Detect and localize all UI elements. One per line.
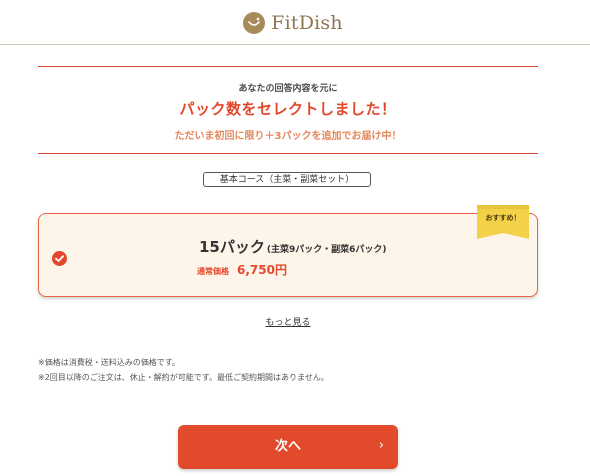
pack-title: 15パック (主菜9パック・副菜6パック) [199, 236, 386, 257]
divider-top [38, 66, 538, 67]
pack-detail: (主菜9パック・副菜6パック) [266, 245, 387, 255]
note-line: ※2回目以降のご注文は、休止・解約が可能です。最低ご契約期間はありません。 [38, 373, 329, 382]
next-button-label: 次へ [274, 439, 301, 454]
price-value: 6,750円 [237, 263, 287, 277]
chevron-right-icon: › [378, 438, 384, 453]
show-more-link[interactable]: もっと見る [38, 315, 538, 328]
brand-name: FitDish [271, 12, 343, 34]
course-badge: 基本コース（主菜・副菜セット） [203, 172, 371, 187]
promo-text: ただいま初回に限り＋3パックを追加でお届け中！ [174, 131, 402, 142]
page-headline: パック数をセレクトしました！ [179, 100, 397, 118]
pack-count: 15パック [199, 238, 265, 256]
intro-caption: あなたの回答内容を元に [238, 84, 338, 94]
recommend-label: おすすめ！ [485, 214, 521, 222]
smile-mark-icon [243, 12, 266, 34]
next-button[interactable]: 次へ › [178, 425, 398, 469]
notes: ※価格は消費税・送料込みの価格です。 ※2回目以降のご注文は、休止・解約が可能で… [38, 355, 558, 385]
recommend-ribbon: おすすめ！ [477, 205, 529, 239]
divider-bottom [38, 153, 538, 154]
checkmark-icon [52, 251, 67, 266]
note-line: ※価格は消費税・送料込みの価格です。 [38, 358, 180, 367]
price-row: 通常価格 6,750円 [197, 261, 287, 278]
pack-option-card[interactable]: 15パック (主菜9パック・副菜6パック) 通常価格 6,750円 [38, 213, 538, 297]
site-header: FitDish [0, 0, 590, 45]
brand-logo[interactable]: FitDish [243, 12, 343, 34]
price-label: 通常価格 [197, 267, 229, 276]
show-more-label[interactable]: もっと見る [265, 318, 310, 328]
